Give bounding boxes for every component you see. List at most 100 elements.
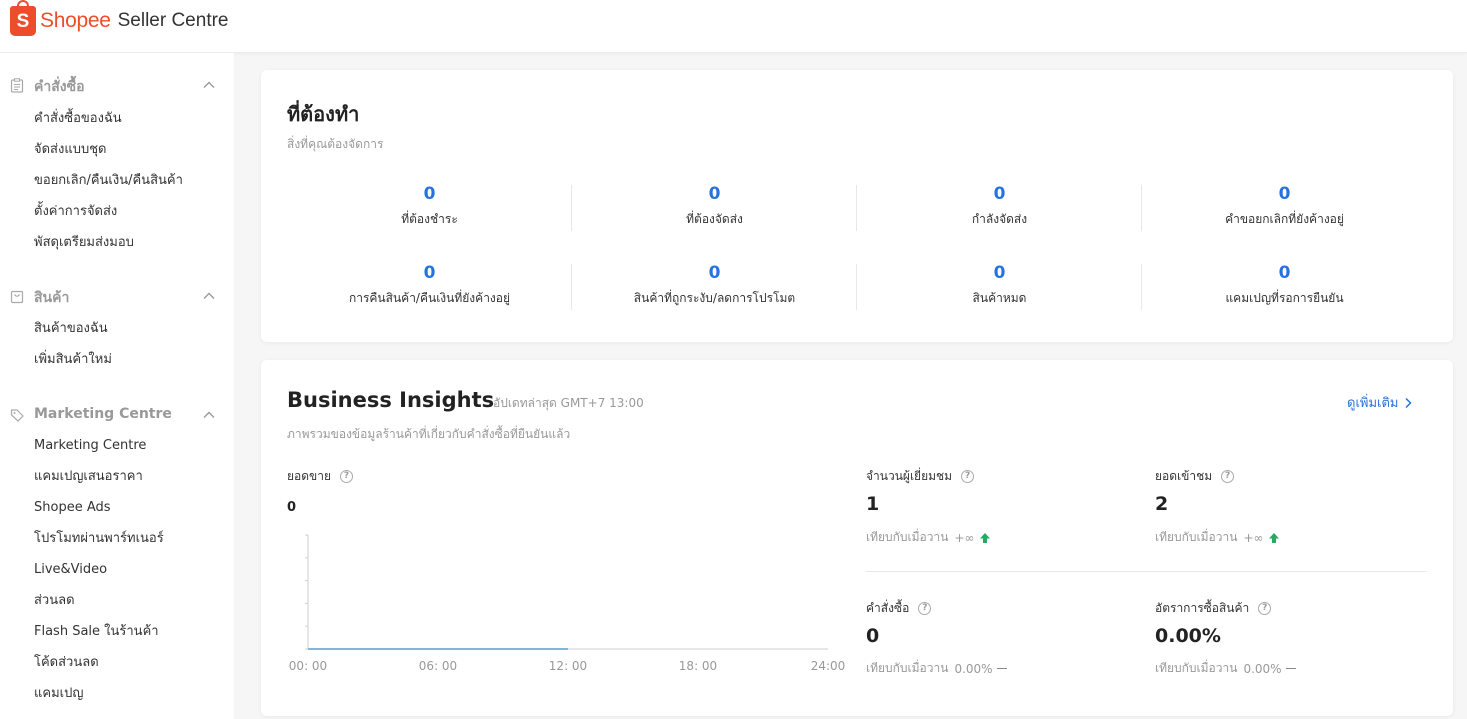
view-more-label: ดูเพิ่มเติม (1347, 396, 1399, 411)
todo-count: 0 (708, 263, 721, 283)
sidebar-item-shipping-settings[interactable]: ตั้งค่าการจัดส่ง (34, 196, 183, 227)
todo-label: สินค้าหมด (972, 291, 1027, 305)
todo-label: กำลังจัดส่ง (971, 212, 1028, 226)
sidebar-item-mass-ship[interactable]: จัดส่งแบบชุด (34, 134, 183, 165)
sales-label-text: ยอดขาย (287, 469, 332, 483)
metric-pageviews-label: ยอดเข้าชม? (1155, 467, 1235, 486)
sidebar-item-my-orders[interactable]: คำสั่งซื้อของฉัน (34, 103, 183, 134)
compare-text: เทียบกับเมื่อวาน (1155, 530, 1238, 544)
metric-orders-compare: เทียบกับเมื่อวาน 0.00% (866, 659, 1007, 678)
view-more-link[interactable]: ดูเพิ่มเติม (1347, 392, 1413, 413)
metric-pageviews-compare: เทียบกับเมื่อวาน +∞ (1155, 528, 1280, 547)
todo-count: 0 (708, 184, 721, 204)
todo-banned-products[interactable]: 0 สินค้าที่ถูกระงับ/ลดการโปรโมต (572, 261, 857, 309)
sidebar-item-my-products[interactable]: สินค้าของฉัน (34, 313, 112, 344)
todo-label: แคมเปญที่รอการยืนยัน (1225, 291, 1344, 305)
help-icon[interactable]: ? (961, 470, 975, 483)
x-tick-label: 00: 00 (289, 659, 327, 673)
chevron-right-icon (1405, 397, 1413, 408)
metric-conversion-value: 0.00% (1155, 625, 1221, 647)
top-header: S Shopee Seller Centre (0, 0, 1467, 53)
help-icon[interactable]: ? (1258, 602, 1272, 615)
column-divider (1141, 185, 1142, 231)
metrics-divider (866, 571, 1427, 572)
sidebar-section-title: คำสั่งซื้อ (34, 79, 85, 95)
todo-card: ที่ต้องทำ สิ่งที่คุณต้องจัดการ 0 ที่ต้องช… (261, 70, 1453, 342)
insights-subtitle: ภาพรวมของข้อมูลร้านค้าที่เกี่ยวกับคำสั่ง… (287, 427, 571, 441)
metric-pageviews-value: 2 (1155, 493, 1169, 515)
bag-icon (10, 290, 24, 304)
todo-cancel-pending[interactable]: 0 คำขอยกเลิกที่ยังค้างอยู่ (1142, 182, 1427, 230)
sidebar-item-flash-sale[interactable]: Flash Sale ในร้านค้า (34, 616, 164, 647)
chevron-up-icon[interactable] (202, 408, 216, 422)
x-tick-label: 06: 00 (419, 659, 457, 673)
sidebar-item-campaigns[interactable]: แคมเปญ (34, 678, 164, 709)
change-value: +∞ (954, 530, 975, 545)
todo-label: การคืนสินค้า/คืนเงินที่ยังค้างอยู่ (348, 291, 511, 305)
chevron-up-icon[interactable] (202, 78, 216, 92)
todo-to-ship[interactable]: 0 ที่ต้องจัดส่ง (572, 182, 857, 230)
metric-visitors-label: จำนวนผู้เยี่ยมชม? (866, 467, 975, 486)
portal-name: Seller Centre (117, 10, 229, 31)
sidebar-item-live-video[interactable]: Live&Video (34, 554, 164, 585)
todo-label: คำขอยกเลิกที่ยังค้างอยู่ (1225, 212, 1344, 226)
arrow-up-icon (979, 532, 990, 543)
sidebar-section-header[interactable]: Marketing Centre (0, 405, 234, 427)
help-icon[interactable]: ? (918, 602, 932, 615)
todo-campaign-pending[interactable]: 0 แคมเปญที่รอการยืนยัน (1142, 261, 1427, 309)
sidebar-item-vouchers[interactable]: โค้ดส่วนลด (34, 647, 164, 678)
metric-label-text: ยอดเข้าชม (1155, 469, 1213, 483)
sidebar-item-returns[interactable]: ขอยกเลิก/คืนเงิน/คืนสินค้า (34, 165, 183, 196)
sidebar-item-discount[interactable]: ส่วนลด (34, 585, 164, 616)
column-divider (856, 185, 857, 231)
todo-label: ที่ต้องชำระ (401, 212, 458, 226)
tag-icon (10, 409, 24, 422)
clipboard-icon (10, 78, 24, 93)
sales-line-chart: 00: 00 06: 00 12: 00 18: 00 24:00 (289, 534, 846, 673)
compare-text: เทียบกับเมื่อวาน (866, 530, 949, 544)
help-icon[interactable]: ? (340, 470, 354, 483)
x-tick-label: 12: 00 (549, 659, 587, 673)
sidebar-section-title: สินค้า (34, 290, 70, 306)
todo-unpaid[interactable]: 0 ที่ต้องชำระ (287, 182, 572, 230)
todo-shipping[interactable]: 0 กำลังจัดส่ง (857, 182, 1142, 230)
metric-visitors-value: 1 (866, 493, 880, 515)
metric-visitors-compare: เทียบกับเมื่อวาน +∞ (866, 528, 991, 547)
compare-text: เทียบกับเมื่อวาน (866, 661, 949, 675)
sidebar-item-shopee-ads[interactable]: Shopee Ads (34, 492, 164, 523)
sidebar-section-header[interactable]: สินค้า (0, 286, 234, 308)
chevron-up-icon[interactable] (202, 289, 216, 303)
sidebar-item-marketing-centre[interactable]: Marketing Centre (34, 430, 164, 461)
todo-count: 0 (1278, 184, 1291, 204)
todo-title: ที่ต้องทำ (287, 102, 360, 126)
sidebar-item-add-product[interactable]: เพิ่มสินค้าใหม่ (34, 344, 112, 375)
column-divider (1141, 264, 1142, 310)
column-divider (571, 185, 572, 231)
sidebar-section-header[interactable]: คำสั่งซื้อ (0, 75, 234, 97)
shopee-logo[interactable]: S Shopee Seller Centre (10, 0, 229, 36)
help-icon[interactable]: ? (1221, 470, 1235, 483)
sidebar: คำสั่งซื้อ คำสั่งซื้อของฉัน จัดส่งแบบชุด… (0, 53, 234, 719)
metric-orders-label: คำสั่งซื้อ? (866, 599, 932, 618)
metric-orders-value: 0 (866, 625, 880, 647)
sidebar-item-bid-campaign[interactable]: แคมเปญเสนอราคา (34, 461, 164, 492)
column-divider (571, 264, 572, 310)
metric-conversion-compare: เทียบกับเมื่อวาน 0.00% (1155, 659, 1296, 678)
business-insights-card: Business Insights อัปเดทล่าสุด GMT+7 13:… (261, 360, 1453, 716)
metric-conversion-label: อัตราการซื้อสินค้า? (1155, 599, 1272, 618)
sidebar-item-handover[interactable]: พัสดุเตรียมส่งมอบ (34, 227, 183, 258)
todo-subtitle: สิ่งที่คุณต้องจัดการ (287, 137, 384, 151)
todo-sold-out[interactable]: 0 สินค้าหมด (857, 261, 1142, 309)
x-tick-label: 24:00 (811, 659, 846, 673)
arrow-up-icon (1268, 532, 1279, 543)
metric-label-text: อัตราการซื้อสินค้า (1155, 601, 1250, 615)
todo-count: 0 (993, 263, 1006, 283)
compare-text: เทียบกับเมื่อวาน (1155, 661, 1238, 675)
todo-label: ที่ต้องจัดส่ง (686, 212, 743, 226)
shopee-bag-icon: S (10, 0, 36, 36)
todo-label: สินค้าที่ถูกระงับ/ลดการโปรโมต (633, 291, 796, 305)
x-tick-label: 18: 00 (679, 659, 717, 673)
sidebar-item-affiliate[interactable]: โปรโมทผ่านพาร์ทเนอร์ (34, 523, 164, 554)
todo-return-pending[interactable]: 0 การคืนสินค้า/คืนเงินที่ยังค้างอยู่ (287, 261, 572, 309)
todo-count: 0 (423, 263, 436, 283)
